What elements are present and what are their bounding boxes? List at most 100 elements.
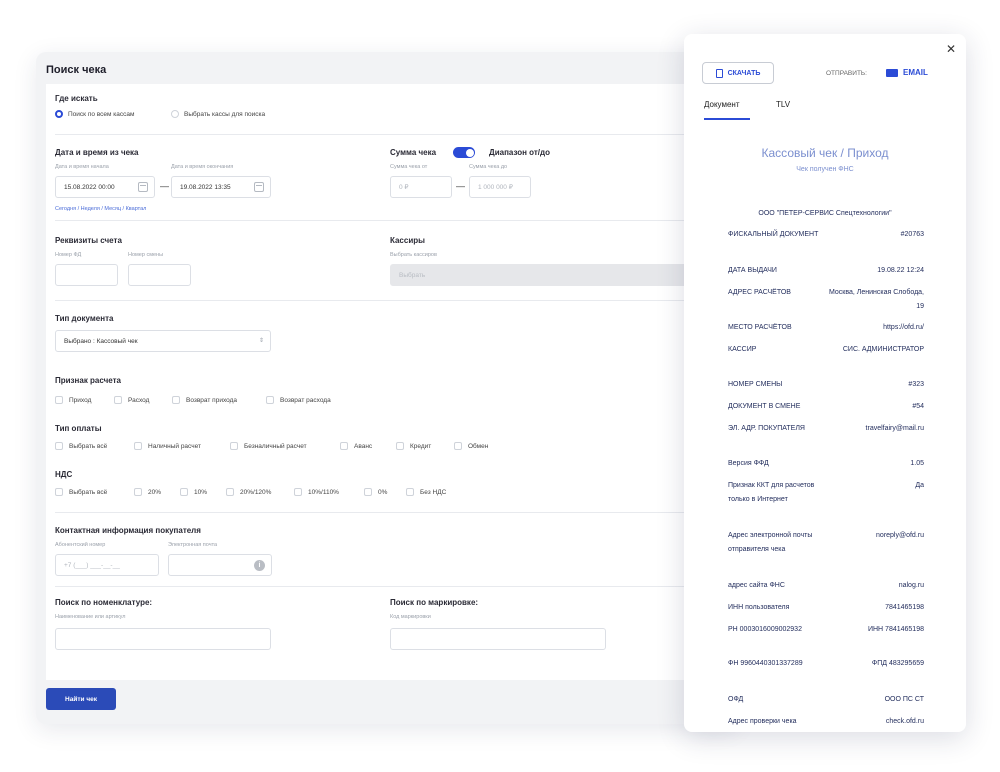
email-button[interactable]: EMAIL (886, 68, 928, 77)
end-date-value: 19.08.2022 13:35 (180, 183, 231, 191)
page-title: Поиск чека (46, 64, 107, 76)
active-tab-indicator (704, 118, 750, 120)
checkbox-label: Наличный расчет (148, 442, 201, 450)
receipt-row-key: Адрес проверки чека (728, 718, 797, 725)
divider (55, 300, 695, 301)
doc-type-value: Выбрано : Кассовый чек (64, 337, 138, 345)
receipt-row-key: ИНН пользователя (728, 604, 790, 611)
receipt-row-value: 19.08.22 12:24 (877, 267, 924, 274)
checkbox-icon (55, 442, 63, 450)
receipt-row-key: ДОКУМЕНТ В СМЕНЕ (728, 403, 801, 410)
checkbox-vat-all[interactable]: Выбрать всё (55, 488, 107, 496)
tab-document[interactable]: Документ (704, 100, 740, 109)
checkbox-income-return[interactable]: Возврат прихода (172, 396, 237, 404)
checkbox-label: 10%/110% (308, 488, 339, 496)
marking-title: Поиск по маркировке: (390, 598, 479, 607)
radio-label: Выбрать кассы для поиска (184, 110, 266, 118)
radio-all-registers[interactable]: Поиск по всем кассам (55, 110, 134, 118)
calendar-icon[interactable] (138, 182, 148, 192)
checkbox-cash[interactable]: Наличный расчет (134, 442, 201, 450)
checkbox-icon (134, 488, 142, 496)
quick-period-links[interactable]: Сегодня / Неделя / Месяц / Квартал (55, 206, 146, 212)
checkbox-label: Безналичный расчет (244, 442, 307, 450)
range-toggle[interactable] (453, 147, 475, 158)
receipt-organization: ООО "ПЕТЕР-СЕРВИС Спецтехнологии" (758, 210, 892, 217)
radio-select-registers[interactable]: Выбрать кассы для поиска (171, 110, 265, 118)
nomenclature-field[interactable] (55, 628, 271, 650)
email-field[interactable]: i (168, 554, 272, 576)
download-button[interactable]: СКАЧАТЬ (702, 62, 774, 84)
divider (55, 512, 695, 513)
receipt-row-value: noreply@ofd.ru (876, 532, 924, 539)
checkbox-icon (55, 488, 63, 496)
receipt-row-value: nalog.ru (898, 582, 924, 589)
start-date-value: 15.08.2022 00:00 (64, 183, 115, 191)
checkbox-payment-all[interactable]: Выбрать всё (55, 442, 107, 450)
close-icon[interactable]: ✕ (946, 42, 956, 56)
checkbox-vat-0[interactable]: 0% (364, 488, 387, 496)
tab-tlv[interactable]: TLV (776, 100, 790, 109)
checkbox-label: Расход (128, 396, 150, 404)
checkbox-vat-10-110[interactable]: 10%/110% (294, 488, 339, 496)
checkbox-exchange[interactable]: Обмен (454, 442, 488, 450)
checkbox-advance[interactable]: Аванс (340, 442, 372, 450)
checkbox-vat-20[interactable]: 20% (134, 488, 161, 496)
checkbox-cashless[interactable]: Безналичный расчет (230, 442, 307, 450)
receipt-row-value: #54 (912, 403, 924, 410)
divider (55, 134, 695, 135)
checkbox-expense-return[interactable]: Возврат расхода (266, 396, 331, 404)
checkbox-credit[interactable]: Кредит (396, 442, 431, 450)
checkbox-icon (396, 442, 404, 450)
checkbox-icon (266, 396, 274, 404)
checkbox-label: Без НДС (420, 488, 447, 496)
sum-title: Сумма чека (390, 148, 437, 157)
calendar-icon[interactable] (254, 182, 264, 192)
checkbox-vat-10[interactable]: 10% (180, 488, 207, 496)
checkbox-label: Кредит (410, 442, 432, 450)
checkbox-icon (55, 396, 63, 404)
receipt-title: Кассовый чек / Приход (761, 146, 889, 160)
receipt-status: Чек получен ФНС (796, 166, 854, 173)
checkbox-income[interactable]: Приход (55, 396, 91, 404)
shift-number-field[interactable] (128, 264, 191, 286)
receipt-panel: ✕ СКАЧАТЬ ОТПРАВИТЬ: EMAIL Документ TLV … (684, 34, 966, 732)
start-date-field[interactable]: 15.08.2022 00:00 (55, 176, 155, 198)
receipt-row-key: ФН 9960440301337289 (728, 660, 803, 667)
receipt-row-value: https://ofd.ru/ (883, 324, 924, 331)
checkbox-icon (180, 488, 188, 496)
checkbox-label: Приход (69, 396, 92, 404)
fd-number-field[interactable] (55, 264, 118, 286)
receipt-row-value: #323 (908, 381, 924, 388)
email-label: EMAIL (903, 68, 928, 77)
checkbox-icon (226, 488, 234, 496)
chevron-updown-icon: ⇕ (258, 338, 264, 344)
receipt-row-value: ИНН 7841465198 (867, 626, 924, 633)
receipt-row-key: адрес сайта ФНС (728, 582, 785, 589)
shift-number-label: Номер смены (128, 252, 164, 258)
checkbox-label: 20%/120% (240, 488, 272, 496)
checkbox-icon (294, 488, 302, 496)
checkbox-no-vat[interactable]: Без НДС (406, 488, 446, 496)
cashiers-title: Кассиры (390, 236, 425, 245)
sum-from-field[interactable]: 0 ₽ (390, 176, 452, 198)
checkbox-label: Возврат расхода (280, 396, 331, 404)
receipt-row-value: ООО ПС СТ (884, 696, 924, 703)
checkbox-label: Возврат прихода (186, 396, 238, 404)
sum-from-label: Сумма чека от (390, 164, 428, 170)
checkbox-expense[interactable]: Расход (114, 396, 149, 404)
fd-number-label: Номер ФД (55, 252, 82, 258)
marking-field[interactable] (390, 628, 606, 650)
cashiers-select[interactable]: Выбрать (390, 264, 690, 286)
sum-to-field[interactable]: 1 000 000 ₽ (469, 176, 531, 198)
receipt-row-key: КАССИР (728, 346, 757, 353)
download-label: СКАЧАТЬ (727, 69, 761, 77)
end-date-field[interactable]: 19.08.2022 13:35 (171, 176, 271, 198)
doc-type-select[interactable]: Выбрано : Кассовый чек ⇕ (55, 330, 271, 352)
receipt-row-key: Адрес электронной почты отправителя чека (728, 532, 813, 553)
checkbox-vat-20-120[interactable]: 20%/120% (226, 488, 271, 496)
phone-field[interactable]: +7 (___) ___-__-__ (55, 554, 159, 576)
range-dash: — (456, 181, 465, 191)
calc-sign-title: Признак расчета (55, 376, 121, 385)
end-date-label: Дата и время окончания (171, 164, 234, 170)
find-receipt-button[interactable]: Найти чек (46, 688, 116, 710)
